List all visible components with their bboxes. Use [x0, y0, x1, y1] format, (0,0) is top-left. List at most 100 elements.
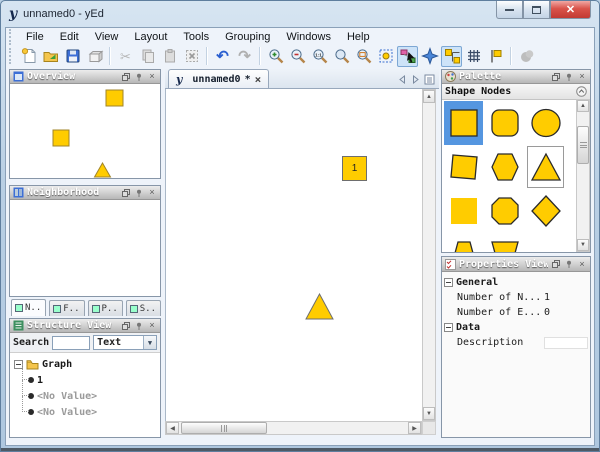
- property-row[interactable]: Description: [444, 335, 588, 350]
- document-tab[interactable]: y unnamed0 * ×: [168, 69, 269, 88]
- palette-shape-plain-rectangle[interactable]: [444, 189, 483, 233]
- zoom-in-button[interactable]: [265, 46, 286, 67]
- scroll-right-icon[interactable]: ▶: [408, 422, 421, 434]
- scroll-thumb[interactable]: [181, 422, 267, 434]
- minimize-button[interactable]: [496, 1, 523, 19]
- palette-scrollbar[interactable]: ▲ ▼: [576, 99, 590, 252]
- menu-grouping[interactable]: Grouping: [218, 30, 277, 44]
- neighborhood-header[interactable]: Neighborhood ×: [10, 186, 160, 200]
- scroll-track[interactable]: [577, 164, 589, 239]
- palette-shape-rectangle[interactable]: [444, 101, 483, 145]
- property-group-data[interactable]: Data: [444, 320, 588, 335]
- scroll-up-icon[interactable]: ▲: [423, 90, 435, 103]
- search-input[interactable]: [52, 336, 90, 350]
- edit-mode-button[interactable]: [397, 46, 418, 67]
- palette-shape-trapezoid[interactable]: [444, 233, 483, 252]
- tab-close-icon[interactable]: ×: [255, 74, 262, 85]
- float-icon[interactable]: [551, 259, 561, 269]
- collapse-expander-icon[interactable]: [444, 323, 453, 332]
- zoom-selection-button[interactable]: [353, 46, 374, 67]
- palette-shape-triangle[interactable]: [526, 145, 565, 189]
- properties-header[interactable]: Properties View ×: [442, 257, 590, 272]
- float-icon[interactable]: [121, 321, 131, 331]
- delete-button[interactable]: [181, 46, 202, 67]
- new-button[interactable]: [18, 46, 39, 67]
- close-panel-icon[interactable]: ×: [147, 188, 157, 198]
- palette-shape-ellipse[interactable]: [526, 101, 565, 145]
- tab-folder-contents[interactable]: F..: [49, 300, 84, 316]
- structure-tree[interactable]: Graph 1 <No Value> <No Value>: [10, 353, 160, 437]
- structure-header[interactable]: Structure View ×: [10, 319, 160, 333]
- scroll-down-icon[interactable]: ▼: [577, 239, 589, 251]
- prev-tab-icon[interactable]: [398, 75, 407, 84]
- zoom-out-button[interactable]: [287, 46, 308, 67]
- scroll-track[interactable]: [423, 103, 435, 407]
- filter-dropdown[interactable]: Text ▼: [93, 335, 157, 350]
- zoom-actual-button[interactable]: 1:1: [309, 46, 330, 67]
- overview-canvas[interactable]: [10, 84, 160, 178]
- menu-edit[interactable]: Edit: [53, 30, 86, 44]
- scroll-down-icon[interactable]: ▼: [423, 407, 435, 420]
- tab-predecessors[interactable]: P..: [88, 300, 123, 316]
- scroll-up-icon[interactable]: ▲: [577, 100, 589, 112]
- copy-button[interactable]: [137, 46, 158, 67]
- cut-button[interactable]: ✂: [115, 46, 136, 67]
- tree-node-row[interactable]: <No Value>: [14, 388, 160, 404]
- layout-run-button[interactable]: [516, 46, 537, 67]
- float-icon[interactable]: [121, 72, 131, 82]
- palette-shape-hexagon[interactable]: [485, 145, 524, 189]
- redo-button[interactable]: ↷: [234, 46, 255, 67]
- close-panel-icon[interactable]: ×: [147, 321, 157, 331]
- shape-nodes-section-header[interactable]: Shape Nodes: [442, 84, 590, 100]
- next-tab-icon[interactable]: [411, 75, 420, 84]
- tab-neighborhood[interactable]: N..: [11, 299, 46, 316]
- tree-root-row[interactable]: Graph: [14, 356, 160, 372]
- scroll-track[interactable]: [267, 422, 408, 434]
- scroll-thumb[interactable]: [577, 126, 589, 164]
- pin-icon[interactable]: [564, 259, 574, 269]
- palette-shape-octagon[interactable]: [485, 189, 524, 233]
- palette-shape-trapezoid2[interactable]: [485, 233, 524, 252]
- maximize-button[interactable]: [523, 1, 550, 19]
- menu-file[interactable]: File: [19, 30, 51, 44]
- graph-node-triangle[interactable]: [305, 293, 334, 320]
- undo-button[interactable]: ↶: [212, 46, 233, 67]
- pin-icon[interactable]: [134, 188, 144, 198]
- pin-icon[interactable]: [134, 321, 144, 331]
- overview-header[interactable]: Overview ×: [10, 70, 160, 84]
- graph-node-rectangle[interactable]: 1: [342, 156, 367, 181]
- menu-help[interactable]: Help: [340, 30, 377, 44]
- zoom-fit-button[interactable]: [331, 46, 352, 67]
- fit-node-button[interactable]: [375, 46, 396, 67]
- close-panel-icon[interactable]: ×: [147, 72, 157, 82]
- float-icon[interactable]: [551, 72, 561, 82]
- property-row[interactable]: Number of E... 0: [444, 305, 588, 320]
- palette-shape-diamond[interactable]: [526, 189, 565, 233]
- menu-view[interactable]: View: [88, 30, 126, 44]
- tree-node-row[interactable]: <No Value>: [14, 404, 160, 420]
- collapse-section-icon[interactable]: [576, 86, 587, 97]
- palette-header[interactable]: Palette ×: [442, 70, 590, 84]
- canvas-vertical-scrollbar[interactable]: ▲ ▼: [422, 89, 436, 421]
- palette-shape-round-rectangle[interactable]: [485, 101, 524, 145]
- scroll-left-icon[interactable]: ◀: [166, 422, 179, 434]
- property-value-field[interactable]: [544, 337, 588, 349]
- label-tool-button[interactable]: [485, 46, 506, 67]
- export-button[interactable]: [84, 46, 105, 67]
- open-button[interactable]: [40, 46, 61, 67]
- float-icon[interactable]: [121, 188, 131, 198]
- property-group-general[interactable]: General: [444, 275, 588, 290]
- menu-layout[interactable]: Layout: [127, 30, 174, 44]
- close-panel-icon[interactable]: ×: [577, 259, 587, 269]
- palette-shape-parallelogram[interactable]: [444, 145, 483, 189]
- pin-icon[interactable]: [564, 72, 574, 82]
- pin-icon[interactable]: [134, 72, 144, 82]
- collapse-expander-icon[interactable]: [444, 278, 453, 287]
- save-button[interactable]: [62, 46, 83, 67]
- close-panel-icon[interactable]: ×: [577, 72, 587, 82]
- property-row[interactable]: Number of N... 1: [444, 290, 588, 305]
- navigation-mode-button[interactable]: [419, 46, 440, 67]
- close-button[interactable]: ✕: [550, 1, 591, 19]
- grid-button[interactable]: [463, 46, 484, 67]
- graph-canvas[interactable]: 1: [165, 89, 422, 421]
